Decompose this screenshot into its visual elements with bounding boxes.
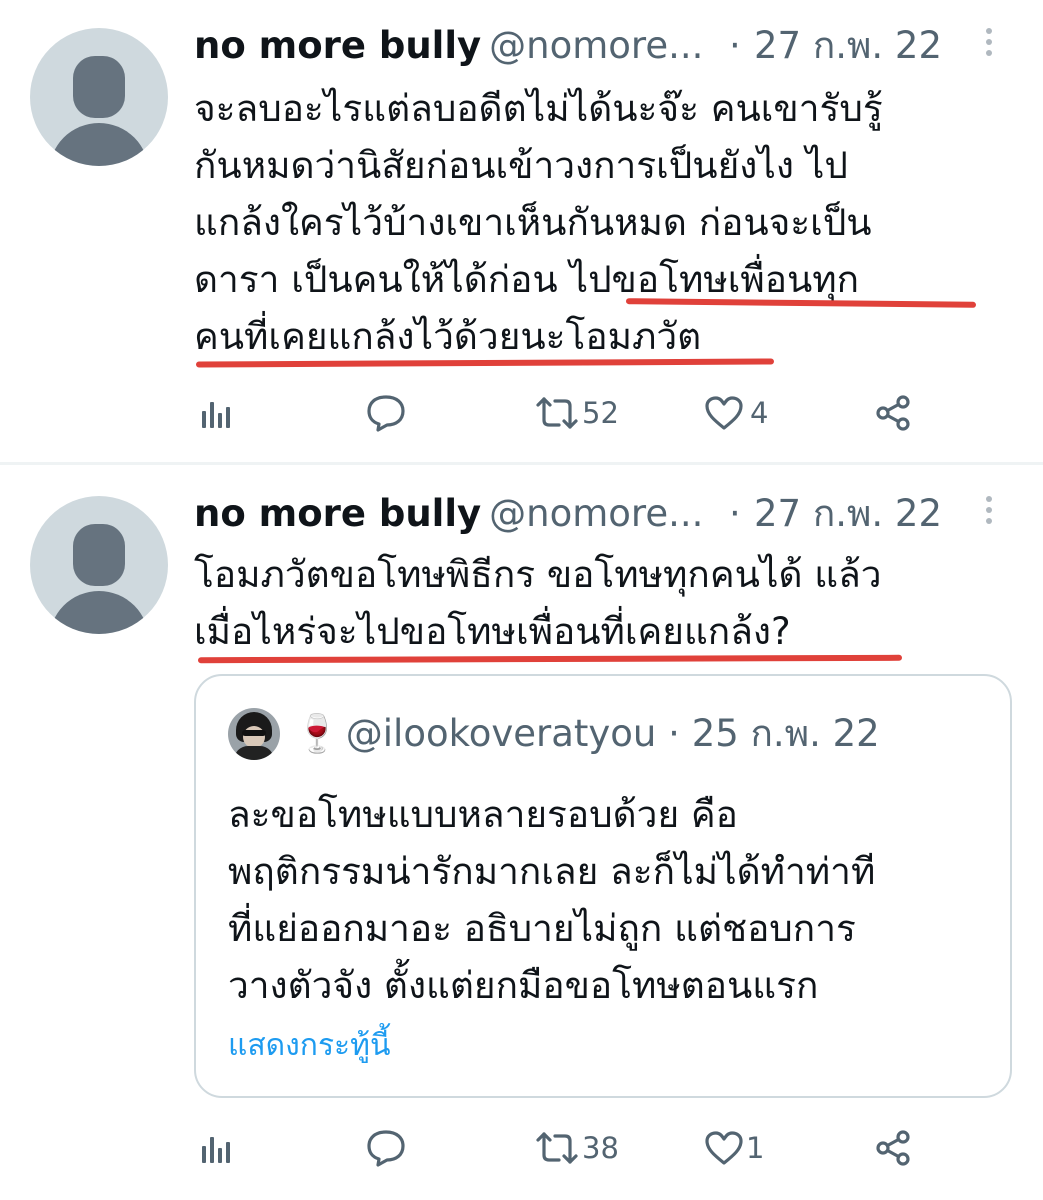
tweet-text: โอมภวัตขอโทษพิธีกร ขอโทษทุกคนได้ แล้ว เม… [194, 546, 994, 660]
avatar-sunglasses [242, 730, 266, 736]
tweet[interactable]: no more bully @nomore... · 27 ก.พ. 22 โอม… [0, 466, 1043, 1200]
tweet-text-line: ดารา เป็นคนให้ได้ก่อน ไปขอโทษเพื่อนทุก [194, 258, 860, 301]
more-icon[interactable] [984, 28, 994, 64]
like-count: 1 [746, 1131, 765, 1165]
quoted-header: 🍷 @ilookoveratyou · 25 ก.พ. 22 [294, 704, 880, 764]
tweet-text-line: กันหมดว่านิสัยก่อนเข้าวงการเป็นยังไง ไป [194, 144, 848, 187]
tweet-divider [0, 462, 1043, 465]
tweet-date[interactable]: 27 ก.พ. 22 [754, 490, 942, 538]
like-icon [705, 396, 743, 430]
retweet-count: 38 [582, 1131, 619, 1165]
quoted-text-line: พฤติกรรมน่ารักมากเลย ละก็ไม่ได้ทำท่าที [228, 850, 876, 893]
avatar-placeholder-head [73, 524, 125, 586]
retweet-icon [536, 1132, 578, 1164]
like-button[interactable]: 4 [704, 388, 768, 438]
retweet-count: 52 [582, 396, 619, 430]
quoted-text-line: ที่แย่ออกมาอะ อธิบายไม่ถูก แต่ชอบการ [228, 907, 856, 950]
quoted-text: ละขอโทษแบบหลายรอบด้วย คือ พฤติกรรมน่ารัก… [228, 786, 988, 1014]
tweet-actions: 52 4 [194, 388, 954, 438]
share-icon[interactable] [874, 388, 914, 438]
tweet-header: no more bully @nomore... · 27 ก.พ. 22 [194, 490, 1014, 538]
reply-icon[interactable] [366, 388, 406, 438]
separator-dot: · [729, 24, 741, 67]
tweet-text-line: คนที่เคยแกล้งไว้ด้วยนะโอมภวัต [194, 315, 702, 358]
quoted-avatar[interactable] [228, 708, 280, 760]
avatar-placeholder-head [73, 56, 125, 118]
wine-glass-emoji: 🍷 [294, 712, 341, 755]
separator-dot: · [729, 492, 741, 535]
author-name[interactable]: no more bully [194, 24, 481, 67]
like-button[interactable]: 1 [704, 1123, 764, 1173]
tweet-header: no more bully @nomore... · 27 ก.พ. 22 [194, 22, 1014, 70]
show-thread-link[interactable]: แสดงกระทู้นี้ [228, 1024, 390, 1068]
quoted-tweet[interactable]: 🍷 @ilookoveratyou · 25 ก.พ. 22 ละขอโทษแบ… [194, 674, 1012, 1098]
retweet-button[interactable]: 52 [534, 388, 619, 438]
views-icon[interactable] [200, 1123, 234, 1173]
quoted-handle[interactable]: @ilookoveratyou [346, 712, 657, 755]
tweet-text-line: เมื่อไหร่จะไปขอโทษเพื่อนที่เคยแกล้ง? [194, 610, 791, 653]
tweet-actions: 38 1 [194, 1123, 954, 1173]
separator-dot: · [668, 712, 680, 755]
tweet[interactable]: no more bully @nomore... · 27 ก.พ. 22 จะล… [0, 0, 1043, 462]
like-count: 4 [750, 396, 769, 430]
views-icon[interactable] [200, 388, 234, 438]
quoted-text-line: วางตัวจัง ตั้งแต่ยกมือขอโทษตอนแรก [228, 964, 819, 1007]
quoted-date: 25 ก.พ. 22 [691, 712, 880, 755]
more-icon[interactable] [984, 496, 994, 532]
author-handle[interactable]: @nomore... [489, 492, 703, 535]
tweet-text-line: จะลบอะไรแต่ลบอดีตไม่ได้นะจ๊ะ คนเขารับรู้ [194, 87, 883, 130]
author-name[interactable]: no more bully [194, 492, 481, 535]
avatar[interactable] [30, 28, 168, 166]
retweet-icon [536, 397, 578, 429]
author-handle[interactable]: @nomore... [489, 24, 703, 67]
share-icon[interactable] [874, 1123, 914, 1173]
like-icon [705, 1131, 743, 1165]
tweet-text: จะลบอะไรแต่ลบอดีตไม่ได้นะจ๊ะ คนเขารับรู้… [194, 80, 994, 365]
avatar-placeholder-body [49, 591, 149, 634]
tweet-text-line: แกล้งใครไว้บ้างเขาเห็นกันหมด ก่อนจะเป็น [194, 201, 872, 244]
retweet-button[interactable]: 38 [534, 1123, 619, 1173]
avatar-placeholder-body [49, 123, 149, 166]
tweet-text-line: โอมภวัตขอโทษพิธีกร ขอโทษทุกคนได้ แล้ว [194, 553, 882, 596]
avatar-shirt [234, 746, 274, 760]
quoted-text-line: ละขอโทษแบบหลายรอบด้วย คือ [228, 793, 738, 836]
tweet-date[interactable]: 27 ก.พ. 22 [754, 22, 942, 70]
avatar[interactable] [30, 496, 168, 634]
reply-icon[interactable] [366, 1123, 406, 1173]
red-underline-annotation [197, 654, 903, 664]
